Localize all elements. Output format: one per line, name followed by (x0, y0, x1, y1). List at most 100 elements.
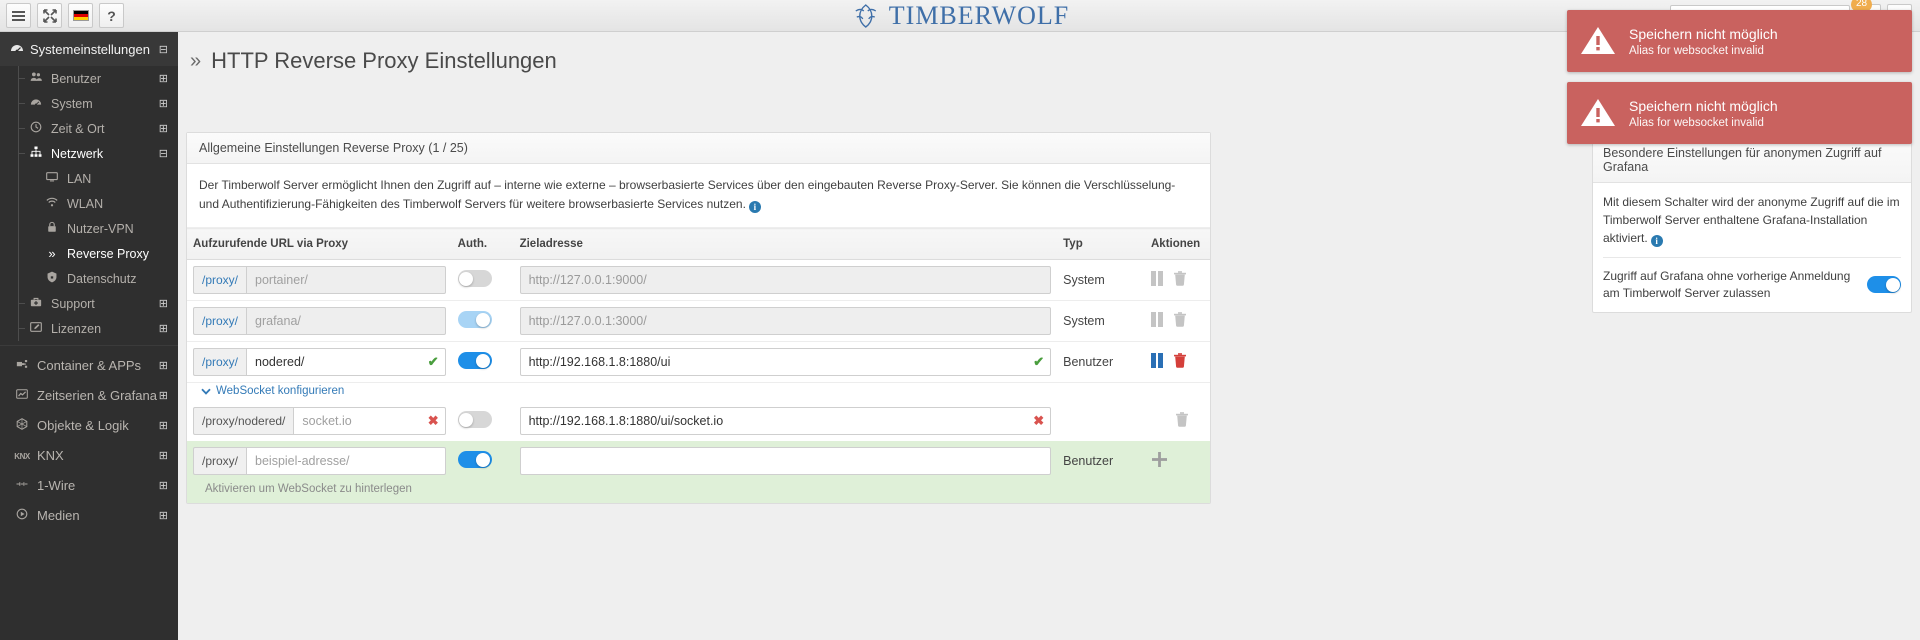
alias-input[interactable]: portainer/ (246, 266, 446, 295)
cell-url: /proxy/grafana/ (187, 300, 452, 343)
cell-auth (452, 401, 514, 441)
brand: TIMBERWOLF (851, 0, 1069, 32)
sidebar-item-label: Nutzer-VPN (67, 221, 134, 236)
toast-notification[interactable]: Speichern nicht möglich Alias for websoc… (1567, 10, 1912, 72)
info-circle-icon[interactable]: i (748, 200, 761, 213)
sidebar-item-1-wire[interactable]: 1-Wire ⊞ (0, 470, 178, 500)
new-target-input[interactable] (519, 447, 1052, 476)
toast-title: Speichern nicht möglich (1629, 97, 1778, 114)
expand-icon[interactable]: ⊞ (159, 479, 168, 492)
expand-icon[interactable]: ⊞ (159, 419, 168, 432)
cell-typ: Benutzer (1057, 441, 1145, 482)
sidebar-item-objekte-logik[interactable]: Objekte & Logik ⊞ (0, 410, 178, 440)
delete-button[interactable] (1173, 352, 1187, 372)
auth-toggle[interactable] (457, 311, 492, 329)
trash-icon (1174, 311, 1186, 327)
sidebar-item-zeitserien-grafana[interactable]: Zeitserien & Grafana ⊞ (0, 380, 178, 410)
pause-button[interactable] (1151, 353, 1163, 371)
add-entry-button[interactable] (1151, 451, 1168, 472)
sidebar-item-support[interactable]: Support ⊞ (0, 291, 178, 316)
cell-actions (1145, 341, 1210, 384)
sidebar-item-system[interactable]: System ⊞ (0, 91, 178, 116)
new-entry-hint-row: Aktivieren um WebSocket zu hinterlegen (187, 481, 1210, 504)
clock-icon (26, 121, 46, 136)
panel-description: Der Timberwolf Server ermöglicht Ihnen d… (187, 164, 1210, 229)
websocket-alias-input[interactable]: socket.io (293, 407, 446, 436)
expand-icon[interactable]: ⊞ (159, 122, 168, 135)
expand-icon[interactable]: ⊞ (159, 389, 168, 402)
grafana-anon-toggle-label: Zugriff auf Grafana ohne vorherige Anmel… (1603, 269, 1851, 300)
monitor-icon (42, 171, 62, 186)
sidebar-item-datenschutz[interactable]: Datenschutz (0, 266, 178, 291)
menu-toggle-button[interactable] (6, 3, 31, 28)
sidebar-item-medien[interactable]: Medien ⊞ (0, 500, 178, 530)
sidebar-item-nutzer-vpn[interactable]: Nutzer-VPN (0, 216, 178, 241)
cell-url: /proxy/nodered/socket.io ✖ (187, 401, 452, 441)
auth-toggle[interactable] (457, 411, 492, 429)
fullscreen-button[interactable] (37, 3, 62, 28)
grafana-anon-toggle[interactable] (1867, 276, 1901, 294)
sidebar-item-knx[interactable]: KNX KNX ⊞ (0, 440, 178, 470)
expand-icon[interactable]: ⊞ (159, 297, 168, 310)
auth-toggle[interactable] (457, 451, 492, 469)
delete-button[interactable] (1173, 311, 1187, 331)
sidebar-item-lan[interactable]: LAN (0, 166, 178, 191)
expand-icon[interactable]: ⊟ (159, 147, 168, 160)
collapse-icon[interactable]: ⊟ (159, 43, 168, 56)
new-alias-input[interactable]: beispiel-adresse/ (246, 447, 446, 476)
tree-line (18, 266, 19, 291)
grafana-panel-heading: Besondere Einstellungen für anonymen Zug… (1593, 138, 1911, 183)
expand-icon[interactable]: ⊞ (159, 359, 168, 372)
sidebar-item-container-apps[interactable]: Container & APPs ⊞ (0, 350, 178, 380)
language-button[interactable] (68, 3, 93, 28)
alias-input[interactable]: grafana/ (246, 307, 446, 336)
expand-arrows-icon (42, 8, 57, 23)
column-header-target: Zieladresse (513, 228, 1058, 261)
expand-icon[interactable]: ⊞ (159, 72, 168, 85)
expand-icon[interactable]: ⊞ (159, 449, 168, 462)
pause-button[interactable] (1151, 312, 1163, 330)
tree-line (18, 241, 19, 266)
delete-button[interactable] (1175, 411, 1189, 431)
expand-icon[interactable]: ⊞ (159, 322, 168, 335)
table-header-row: Aufzurufende URL via Proxy Auth. Zieladr… (187, 228, 1210, 261)
sidebar-item-label: System (51, 96, 93, 111)
expand-icon[interactable]: ⊞ (159, 97, 168, 110)
cell-url: /proxy/beispiel-adresse/ (187, 441, 452, 482)
sidebar-item-zeit-ort[interactable]: Zeit & Ort ⊞ (0, 116, 178, 141)
target-input[interactable]: http://192.168.1.8:1880/ui (519, 348, 1052, 377)
cell-target: http://127.0.0.1:3000/ (513, 300, 1058, 343)
help-label: ? (107, 7, 116, 24)
sidebar-item-label: Benutzer (51, 71, 102, 86)
pause-button[interactable] (1151, 271, 1163, 289)
delete-button[interactable] (1173, 270, 1187, 290)
help-button[interactable]: ? (99, 3, 124, 28)
websocket-target-input[interactable]: http://192.168.1.8:1880/ui/socket.io (519, 407, 1052, 436)
trash-icon (1174, 270, 1186, 286)
target-input[interactable]: http://127.0.0.1:3000/ (519, 307, 1052, 336)
target-input[interactable]: http://127.0.0.1:9000/ (519, 266, 1052, 295)
toast-notification[interactable]: Speichern nicht möglich Alias for websoc… (1567, 82, 1912, 144)
sidebar-item-reverse-proxy[interactable]: » Reverse Proxy (0, 241, 178, 266)
websocket-configure-link[interactable]: WebSocket konfigurieren (193, 383, 344, 401)
info-circle-icon[interactable]: i (1650, 235, 1663, 247)
sidebar-item-label: Netzwerk (51, 146, 104, 161)
sidebar-item-lizenzen[interactable]: Lizenzen ⊞ (0, 316, 178, 341)
plug-icon (12, 358, 32, 373)
sidebar-item-label: WLAN (67, 196, 104, 211)
dashboard-icon (26, 96, 46, 111)
new-url-prefix: /proxy/ (193, 447, 247, 476)
sidebar-item-netzwerk[interactable]: Netzwerk ⊟ (0, 141, 178, 166)
sidebar-item-benutzer[interactable]: Benutzer ⊞ (0, 66, 178, 91)
auth-toggle[interactable] (457, 270, 492, 288)
sidebar-item-wlan[interactable]: WLAN (0, 191, 178, 216)
auth-toggle[interactable] (457, 352, 492, 370)
sidebar-header-systemeinstellungen[interactable]: Systemeinstellungen ⊟ (0, 32, 178, 66)
new-entry-row: /proxy/beispiel-adresse/Benutzer (187, 441, 1210, 482)
websocket-row: /proxy/nodered/socket.io ✖ http://192.168.… (187, 401, 1210, 441)
typ-label: System (1063, 314, 1105, 329)
url-prefix: /proxy/ (193, 266, 247, 295)
expand-icon[interactable]: ⊞ (159, 509, 168, 522)
chevron-down-icon (201, 388, 211, 395)
alias-input[interactable]: nodered/ (246, 348, 446, 377)
